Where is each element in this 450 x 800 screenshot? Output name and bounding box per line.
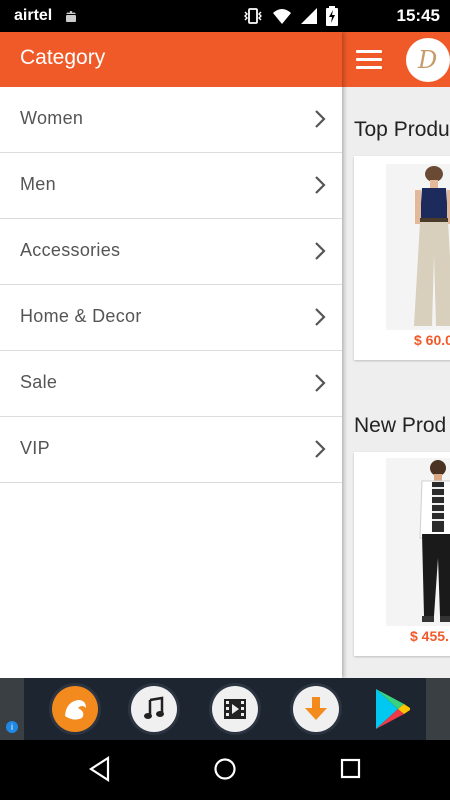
product-image-women — [386, 164, 450, 330]
category-item-accessories[interactable]: Accessories — [0, 219, 342, 285]
new-products-title: New Prod — [354, 414, 447, 437]
product-image-men — [386, 458, 450, 626]
product-price: $ 60.0 — [414, 332, 450, 348]
wifi-icon — [272, 7, 292, 30]
category-label: Accessories — [20, 240, 121, 260]
chevron-right-icon — [315, 110, 326, 128]
ad-info-icon[interactable]: i — [6, 721, 18, 733]
category-drawer: Category Women Men Accessories Home & De… — [0, 32, 342, 678]
vibrate-icon — [242, 7, 264, 30]
battery-icon — [326, 6, 338, 31]
product-price: $ 455. — [410, 628, 449, 644]
home-content: D Top Produ $ 60.0 New Prod $ 455. — [342, 32, 450, 678]
top-product-card[interactable]: $ 60.0 — [354, 156, 450, 360]
music-icon — [131, 686, 177, 732]
chevron-right-icon — [315, 308, 326, 326]
hamburger-menu-icon[interactable] — [356, 50, 382, 70]
clock: 15:45 — [396, 6, 440, 25]
home-icon[interactable] — [213, 756, 237, 782]
app-toolbar: D — [342, 32, 450, 87]
back-icon[interactable] — [88, 756, 112, 782]
new-product-card[interactable]: $ 455. — [354, 452, 450, 656]
system-nav-bar — [0, 740, 450, 800]
video-icon — [212, 686, 258, 732]
category-label: Men — [20, 174, 56, 194]
status-bar: airtel 15:45 — [0, 0, 450, 32]
category-item-men[interactable]: Men — [0, 153, 342, 219]
top-products-title: Top Produ — [354, 118, 450, 141]
chevron-right-icon — [315, 176, 326, 194]
category-label: VIP — [20, 438, 50, 458]
chevron-right-icon — [315, 374, 326, 392]
category-item-women[interactable]: Women — [0, 87, 342, 153]
category-list: Women Men Accessories Home & Decor Sale … — [0, 87, 342, 483]
category-item-home-decor[interactable]: Home & Decor — [0, 285, 342, 351]
ad-banner[interactable]: i — [0, 678, 450, 740]
brand-logo-letter: D — [418, 46, 438, 74]
category-label: Sale — [20, 372, 58, 392]
chevron-right-icon — [315, 440, 326, 458]
chevron-right-icon — [315, 242, 326, 260]
category-item-sale[interactable]: Sale — [0, 351, 342, 417]
category-label: Home & Decor — [20, 306, 142, 326]
download-icon — [293, 686, 339, 732]
google-play-icon — [376, 689, 410, 729]
category-item-vip[interactable]: VIP — [0, 417, 342, 483]
signal-icon — [300, 7, 318, 30]
uc-browser-icon — [52, 686, 98, 732]
android-icon — [62, 6, 80, 29]
ad-side-panel — [426, 678, 450, 740]
category-label: Women — [20, 108, 84, 128]
drawer-header: Category — [0, 32, 342, 87]
drawer-title: Category — [20, 46, 106, 69]
carrier-name: airtel — [14, 7, 53, 24]
recents-icon[interactable] — [339, 756, 363, 782]
